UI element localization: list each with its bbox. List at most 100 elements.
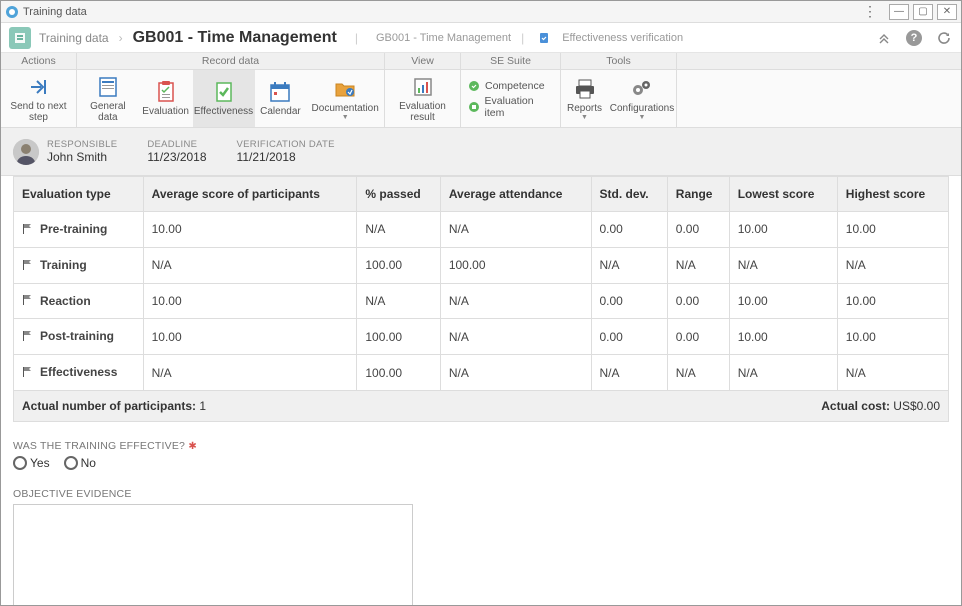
responsible-label: RESPONSIBLE <box>47 139 117 150</box>
breadcrumb-sub: GB001 - Time Management <box>376 32 511 44</box>
chevron-right-icon: › <box>119 31 123 45</box>
table-row: Post-training10.00100.00N/A0.000.0010.00… <box>14 319 949 355</box>
flag-icon <box>22 294 36 308</box>
flag-icon <box>22 330 36 344</box>
configurations-button[interactable]: Configurations ▼ <box>608 70 676 127</box>
close-button[interactable]: ✕ <box>937 4 957 20</box>
col-header: Range <box>667 177 729 212</box>
data-cell: 0.00 <box>667 283 729 319</box>
ribbon-group-labels: Actions Record data View SE Suite Tools <box>1 53 961 70</box>
participants-label: Actual number of participants: <box>22 399 196 413</box>
collapse-up-icon[interactable] <box>875 29 893 47</box>
evaluation-item-link[interactable]: Evaluation item <box>467 95 554 119</box>
table-row: Pre-training10.00N/AN/A0.000.0010.0010.0… <box>14 212 949 248</box>
meta-bar: RESPONSIBLE John Smith DEADLINE 11/23/20… <box>1 128 961 176</box>
required-icon: ✱ <box>188 441 196 452</box>
cost-value: US$0.00 <box>893 399 940 413</box>
minimize-button[interactable]: — <box>889 4 909 20</box>
ribbon-label-record: Record data <box>77 53 385 69</box>
data-cell: 10.00 <box>143 283 357 319</box>
calendar-icon <box>268 80 292 104</box>
reports-button[interactable]: Reports ▼ <box>561 70 608 127</box>
data-cell: N/A <box>729 247 837 283</box>
clipboard-list-icon <box>154 80 178 104</box>
data-cell: N/A <box>591 247 667 283</box>
data-cell: N/A <box>440 355 591 391</box>
module-icon <box>9 27 31 49</box>
row-type-cell: Reaction <box>14 283 144 319</box>
radio-yes[interactable]: Yes <box>13 456 50 470</box>
data-cell: 0.00 <box>591 319 667 355</box>
data-cell: N/A <box>667 247 729 283</box>
gears-icon <box>630 77 654 101</box>
data-cell: 0.00 <box>667 212 729 248</box>
col-header: Average attendance <box>440 177 591 212</box>
row-type-cell: Pre-training <box>14 212 144 248</box>
documentation-button[interactable]: Documentation ▼ <box>306 70 384 127</box>
ribbon-label-actions: Actions <box>1 53 77 69</box>
data-cell: N/A <box>440 319 591 355</box>
refresh-icon[interactable] <box>935 29 953 47</box>
form-icon <box>96 75 120 99</box>
evidence-textarea[interactable] <box>13 504 413 605</box>
data-cell: 10.00 <box>837 283 948 319</box>
participants-value: 1 <box>199 399 206 413</box>
data-cell: 0.00 <box>591 283 667 319</box>
effective-question: WAS THE TRAINING EFFECTIVE? ✱ Yes No <box>13 438 949 470</box>
data-cell: N/A <box>837 355 948 391</box>
calendar-button[interactable]: Calendar <box>255 70 307 127</box>
help-button[interactable]: ? <box>905 29 923 47</box>
data-cell: 10.00 <box>143 212 357 248</box>
deadline-label: DEADLINE <box>147 139 206 150</box>
avatar <box>13 139 39 165</box>
data-cell: N/A <box>729 355 837 391</box>
data-cell: N/A <box>357 283 440 319</box>
header-breadcrumb: Training data › GB001 - Time Management … <box>1 23 961 53</box>
verification-date-value: 11/21/2018 <box>237 150 335 164</box>
col-header: Lowest score <box>729 177 837 212</box>
app-icon <box>5 5 19 19</box>
data-cell: 0.00 <box>667 319 729 355</box>
breadcrumb-main: GB001 - Time Management <box>133 29 337 47</box>
col-header: Evaluation type <box>14 177 144 212</box>
verification-date-label: VERIFICATION DATE <box>237 139 335 150</box>
data-cell: N/A <box>667 355 729 391</box>
general-data-button[interactable]: General data <box>77 70 139 127</box>
radio-circle-icon <box>64 456 78 470</box>
kebab-menu-icon[interactable]: ⋮ <box>861 3 879 21</box>
clipboard-check-icon <box>537 31 551 45</box>
table-row: EffectivenessN/A100.00N/AN/AN/AN/AN/A <box>14 355 949 391</box>
cost-label: Actual cost: <box>821 399 890 413</box>
ribbon-label-tools: Tools <box>561 53 677 69</box>
competence-icon <box>467 79 481 93</box>
ribbon-label-view: View <box>385 53 461 69</box>
titlebar: Training data ⋮ — ▢ ✕ <box>1 1 961 23</box>
data-cell: N/A <box>440 212 591 248</box>
table-header-row: Evaluation typeAverage score of particip… <box>14 177 949 212</box>
dropdown-arrow-icon: ▼ <box>639 114 646 121</box>
breadcrumb-root[interactable]: Training data <box>39 31 109 45</box>
flag-icon <box>22 366 36 380</box>
dropdown-arrow-icon: ▼ <box>342 114 349 121</box>
row-type-cell: Post-training <box>14 319 144 355</box>
maximize-button[interactable]: ▢ <box>913 4 933 20</box>
row-type-cell: Training <box>14 247 144 283</box>
evaluation-button[interactable]: Evaluation <box>139 70 193 127</box>
breadcrumb-verification: Effectiveness verification <box>562 32 683 44</box>
evaluation-result-button[interactable]: Evaluation result <box>385 70 460 127</box>
result-icon <box>411 75 435 99</box>
send-to-next-step-button[interactable]: Send to next step <box>1 70 76 127</box>
dropdown-arrow-icon: ▼ <box>581 114 588 121</box>
table-row: TrainingN/A100.00100.00N/AN/AN/AN/A <box>14 247 949 283</box>
competence-link[interactable]: Competence <box>467 79 554 93</box>
data-cell: 0.00 <box>591 212 667 248</box>
evidence-label: OBJECTIVE EVIDENCE <box>13 488 949 500</box>
deadline-value: 11/23/2018 <box>147 150 206 164</box>
effectiveness-table: Evaluation typeAverage score of particip… <box>13 176 949 391</box>
effectiveness-button[interactable]: Effectiveness <box>193 70 255 127</box>
folder-icon <box>333 77 357 101</box>
table-footer: Actual number of participants: 1 Actual … <box>13 391 949 422</box>
radio-no[interactable]: No <box>64 456 96 470</box>
flag-icon <box>22 223 36 237</box>
col-header: % passed <box>357 177 440 212</box>
